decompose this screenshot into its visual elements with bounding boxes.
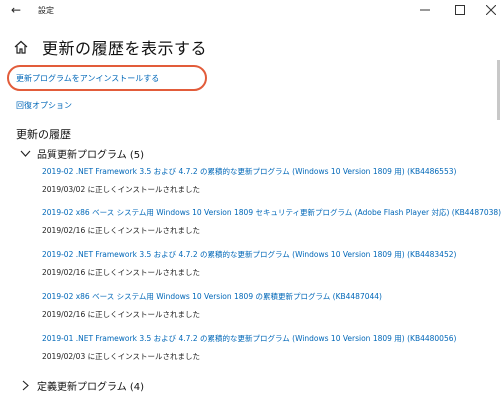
page-title: 更新の履歴を表示する bbox=[42, 39, 208, 58]
section-title: 更新の履歴 bbox=[16, 128, 71, 141]
update-name-link[interactable]: 2019-01 .NET Framework 3.5 および 4.7.2 の累積… bbox=[42, 334, 456, 344]
maximize-icon bbox=[455, 5, 465, 15]
update-status: 2019/03/02 に正しくインストールされました bbox=[42, 185, 200, 194]
update-name-link[interactable]: 2019-02 .NET Framework 3.5 および 4.7.2 の累積… bbox=[42, 250, 456, 260]
chevron-right-icon bbox=[22, 380, 29, 391]
group-header-quality[interactable]: 品質更新プログラム (5) bbox=[20, 146, 144, 161]
update-status: 2019/02/03 に正しくインストールされました bbox=[42, 352, 200, 361]
home-icon[interactable] bbox=[14, 40, 28, 54]
update-name-link[interactable]: 2019-02 x86 ベース システム用 Windows 10 Version… bbox=[42, 292, 382, 302]
uninstall-updates-link[interactable]: 更新プログラムをアンインストールする bbox=[16, 73, 159, 84]
group-label: 品質更新プログラム (5) bbox=[37, 150, 145, 161]
title-bar: ← 設定 bbox=[0, 0, 502, 22]
update-item: 2019-02 .NET Framework 3.5 および 4.7.2 の累積… bbox=[42, 167, 456, 195]
update-item: 2019-01 .NET Framework 3.5 および 4.7.2 の累積… bbox=[42, 334, 456, 362]
update-item: 2019-02 x86 ベース システム用 Windows 10 Version… bbox=[42, 292, 382, 320]
back-arrow-icon[interactable]: ← bbox=[6, 2, 26, 18]
window-title: 設定 bbox=[38, 6, 54, 15]
update-item: 2019-02 .NET Framework 3.5 および 4.7.2 の累積… bbox=[42, 250, 456, 278]
page-header: 更新の履歴を表示する bbox=[14, 36, 207, 58]
update-status: 2019/02/16 に正しくインストールされました bbox=[42, 268, 200, 277]
scrollbar-thumb[interactable] bbox=[497, 60, 500, 120]
update-status: 2019/02/16 に正しくインストールされました bbox=[42, 310, 200, 319]
close-icon bbox=[486, 5, 496, 15]
maximize-button[interactable] bbox=[445, 1, 475, 19]
recovery-options-link[interactable]: 回復オプション bbox=[16, 100, 72, 111]
close-button[interactable] bbox=[476, 1, 502, 19]
minimize-icon bbox=[420, 9, 430, 11]
scrollbar[interactable] bbox=[497, 60, 500, 398]
chevron-down-icon bbox=[20, 150, 31, 157]
update-item: 2019-02 x86 ベース システム用 Windows 10 Version… bbox=[42, 208, 501, 236]
update-status: 2019/02/16 に正しくインストールされました bbox=[42, 226, 200, 235]
group-header-definition[interactable]: 定義更新プログラム (4) bbox=[20, 378, 144, 393]
minimize-button[interactable] bbox=[410, 1, 440, 19]
update-name-link[interactable]: 2019-02 .NET Framework 3.5 および 4.7.2 の累積… bbox=[42, 167, 456, 177]
group-label: 定義更新プログラム (4) bbox=[37, 382, 145, 393]
update-name-link[interactable]: 2019-02 x86 ベース システム用 Windows 10 Version… bbox=[42, 208, 501, 218]
